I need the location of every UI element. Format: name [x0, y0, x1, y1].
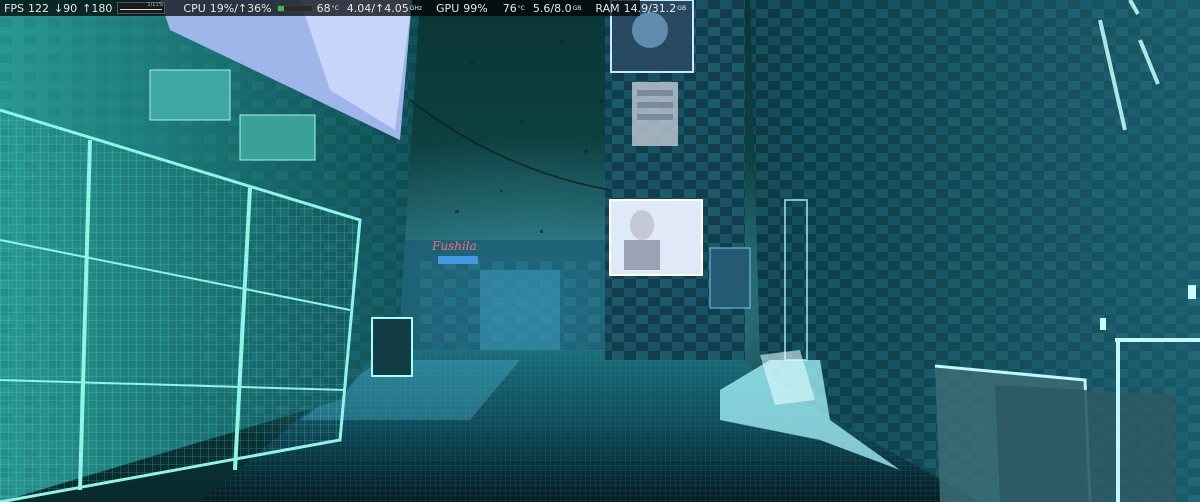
gpu-temp-unit: °C [517, 4, 525, 12]
gpu-vram-unit: GB [572, 4, 582, 12]
cpu-clock-unit: GHz [409, 4, 423, 12]
fps-label: FPS [4, 1, 24, 15]
frametime-graph: 1/11% [117, 2, 166, 14]
cpu-clock: 4.04/↑4.05 [346, 1, 409, 15]
cpu-group: CPU 19%/↑36% 68 °C 4.04/↑4.05 GHz [179, 2, 426, 15]
fps-high-arrow-icon: ↑ [82, 1, 92, 15]
gpu-group: GPU 99% 76 °C 5.6/8.0 GB [432, 2, 585, 15]
gpu-vram: 5.6/8.0 [532, 1, 572, 15]
gpu-temp: 76 [502, 1, 517, 15]
fps-high: 180 [91, 1, 113, 15]
distant-buildings [400, 240, 620, 360]
fps-low-arrow-icon: ↓ [53, 1, 64, 15]
frametime-graph-caption: 1/11% [147, 2, 164, 8]
game-scene: Fushila [0, 0, 1200, 502]
ram-unit: GB [677, 4, 687, 12]
cpu-label: CPU [183, 1, 206, 15]
cpu-temp: 68 [316, 1, 331, 15]
ram-group: RAM 14.9/31.2 GB [591, 2, 690, 15]
fps-group: FPS 122 ↓ 90 ↑ 180 1/11% [0, 2, 173, 15]
gpu-usage: 99% [463, 1, 488, 15]
performance-overlay: FPS 122 ↓ 90 ↑ 180 1/11% CPU 19%/↑36% 68… [0, 0, 686, 16]
cpu-usage: 19%/↑36% [209, 1, 272, 15]
cpu-load-bar [276, 4, 313, 12]
ram-label: RAM [595, 1, 620, 15]
fps-low: 90 [63, 1, 78, 15]
cpu-temp-unit: °C [331, 4, 339, 12]
neon-sign: Fushila [431, 239, 477, 253]
gpu-label: GPU [436, 1, 460, 15]
fps-current: 122 [27, 1, 49, 15]
ram-usage: 14.9/31.2 [623, 1, 677, 15]
